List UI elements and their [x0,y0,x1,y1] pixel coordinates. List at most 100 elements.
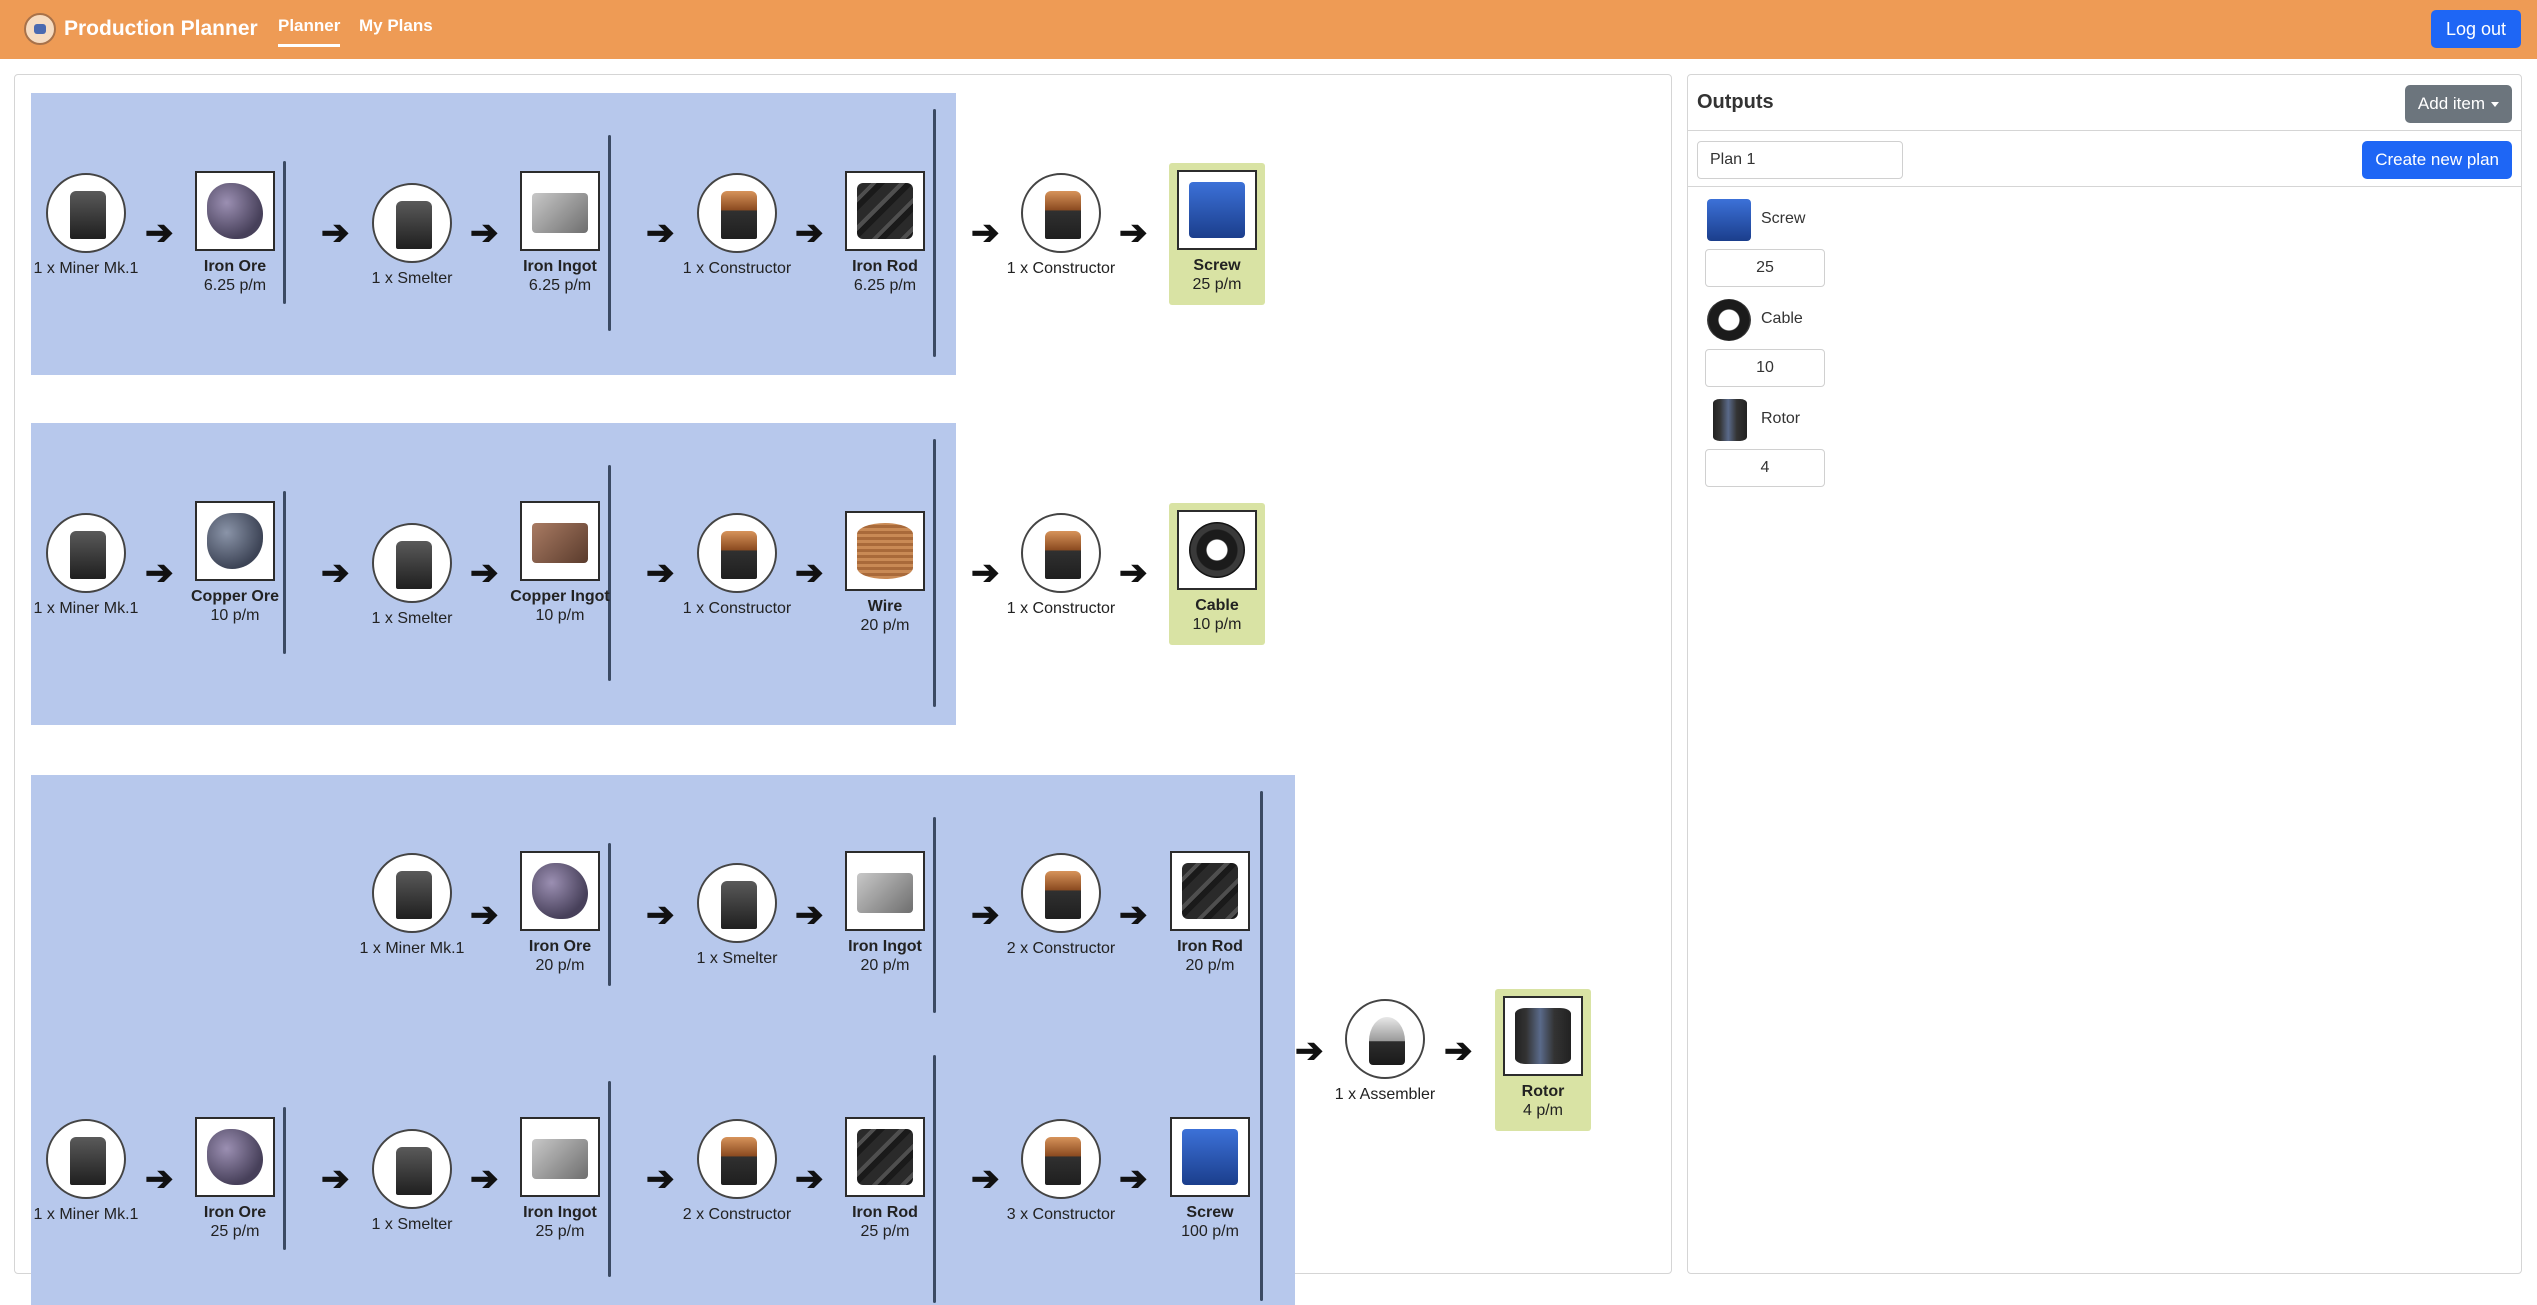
chain-node-item[interactable]: Iron Ingot 20 p/m [830,851,940,975]
arrow-icon: ➔ [1119,214,1148,252]
chain-node-machine[interactable]: 2 x Constructor [1006,853,1116,958]
chain-node-item[interactable]: Iron Ingot 6.25 p/m [505,171,615,295]
chain-node-machine[interactable]: 1 x Miner Mk.1 [31,173,141,278]
nav-link-my-plans[interactable]: My Plans [359,16,433,36]
item-name: Iron Ore [528,938,592,955]
constructor-icon [1021,853,1101,933]
item-rate: 6.25 p/m [528,277,592,294]
chain-node-machine[interactable]: 3 x Constructor [1006,1119,1116,1224]
plan-name-input[interactable] [1697,141,1903,179]
arrow-icon: ➔ [145,214,174,252]
output-quantity-input[interactable] [1705,449,1825,487]
item-rate: 6.25 p/m [853,277,917,294]
item-rate: 20 p/m [535,957,585,974]
copper-ingot-icon [520,501,600,581]
output-item-name: Cable [1761,310,1803,327]
chain-node-machine[interactable]: 2 x Constructor [682,1119,792,1224]
item-name: Iron Ore [203,258,267,275]
item-name: Wire [867,598,903,615]
chain-node-machine[interactable]: 1 x Smelter [682,863,792,968]
output-item-name: Screw [1761,210,1806,227]
item-name: Iron Ingot [523,1204,597,1221]
arrow-icon: ➔ [971,896,1000,934]
item-rate: 100 p/m [1181,1223,1239,1240]
chain-node-machine[interactable]: 1 x Constructor [1006,173,1116,278]
plan-row: Create new plan [1688,131,2521,187]
arrow-icon: ➔ [971,214,1000,252]
item-rate: 10 p/m [210,607,260,624]
item-name: Cable [1195,597,1239,614]
brand-logo-icon [24,13,56,45]
chain-node-machine[interactable]: 1 x Constructor [682,173,792,278]
arrow-icon: ➔ [1119,554,1148,592]
machine-label: 1 x Constructor [1006,260,1116,277]
item-name: Iron Rod [852,1204,918,1221]
chain-node-machine[interactable]: 1 x Constructor [682,513,792,618]
iron-rod-icon [845,171,925,251]
create-new-plan-button[interactable]: Create new plan [2362,141,2512,179]
chain-node-machine[interactable]: 1 x Miner Mk.1 [357,853,467,958]
chain-node-item[interactable]: Iron Rod 6.25 p/m [830,171,940,295]
add-item-button[interactable]: Add item [2404,85,2512,123]
arrow-icon: ➔ [646,896,675,934]
final-output-node[interactable]: Screw 25 p/m [1169,163,1265,305]
cable-icon [1177,510,1257,590]
chain-node-item[interactable]: Iron Ingot 25 p/m [505,1117,615,1241]
screw-icon [1177,170,1257,250]
iron-ingot-icon [845,851,925,931]
item-rate: 25 p/m [210,1223,260,1240]
chain-node-machine[interactable]: 1 x Smelter [357,523,467,628]
chain-node-machine[interactable]: 1 x Constructor [1006,513,1116,618]
logout-button[interactable]: Log out [2430,10,2521,48]
wire-icon [845,511,925,591]
chain-node-machine[interactable]: 1 x Miner Mk.1 [31,1119,141,1224]
item-name: Iron Ore [203,1204,267,1221]
output-quantity-input[interactable] [1705,349,1825,387]
machine-label: 1 x Constructor [1006,600,1116,617]
chain-node-item[interactable]: Iron Ore 6.25 p/m [180,171,290,295]
arrow-icon: ➔ [795,896,824,934]
chain-node-item[interactable]: Iron Ore 20 p/m [505,851,615,975]
iron-rod-icon [1170,851,1250,931]
iron-ore-icon [195,1117,275,1197]
brand[interactable]: Production Planner [24,13,258,45]
chain-node-item[interactable]: Iron Rod 25 p/m [830,1117,940,1241]
final-output-node[interactable]: Rotor 4 p/m [1495,989,1591,1131]
item-rate: 6.25 p/m [203,277,267,294]
outputs-header: Outputs Add item [1688,75,2521,131]
chain-node-item[interactable]: Copper Ore 10 p/m [180,501,290,625]
output-quantity-input[interactable] [1705,249,1825,287]
chain-node-item[interactable]: Iron Rod 20 p/m [1155,851,1265,975]
rotor-icon [1705,397,1753,443]
item-name: Iron Ingot [523,258,597,275]
iron-ingot-icon [520,171,600,251]
planner-canvas: 1 x Miner Mk.1 ➔ Iron Ore 6.25 p/m ➔ 1 x … [14,74,1672,1305]
miner-icon [46,173,126,253]
chain-node-item[interactable]: Screw 100 p/m [1155,1117,1265,1241]
arrow-icon: ➔ [321,554,350,592]
final-output-node[interactable]: Cable 10 p/m [1169,503,1265,645]
outputs-title: Outputs [1697,91,1774,113]
copper-ore-icon [195,501,275,581]
screw-icon [1170,1117,1250,1197]
item-name: Rotor [1521,1083,1565,1100]
chain-node-item[interactable]: Iron Ore 25 p/m [180,1117,290,1241]
chain-node-machine[interactable]: 1 x Miner Mk.1 [31,513,141,618]
chain-node-machine[interactable]: 1 x Smelter [357,1129,467,1234]
machine-label: 1 x Smelter [371,1216,453,1233]
screw-icon [1705,197,1753,243]
machine-label: 2 x Constructor [682,1206,792,1223]
arrow-icon: ➔ [470,1160,499,1198]
item-rate: 20 p/m [860,617,910,634]
item-rate: 10 p/m [1192,616,1242,633]
item-rate: 25 p/m [1192,276,1242,293]
chain-node-machine[interactable]: 1 x Smelter [357,183,467,288]
chain-node-item[interactable]: Copper Ingot 10 p/m [505,501,615,625]
navbar: Production Planner Planner My Plans Log … [0,0,2537,59]
nav-link-planner[interactable]: Planner [278,16,341,47]
chain-node-machine[interactable]: 1 x Assembler [1330,999,1440,1104]
iron-ore-icon [520,851,600,931]
assembler-icon [1345,999,1425,1079]
chain-node-item[interactable]: Wire 20 p/m [830,511,940,635]
item-name: Copper Ingot [510,588,610,605]
